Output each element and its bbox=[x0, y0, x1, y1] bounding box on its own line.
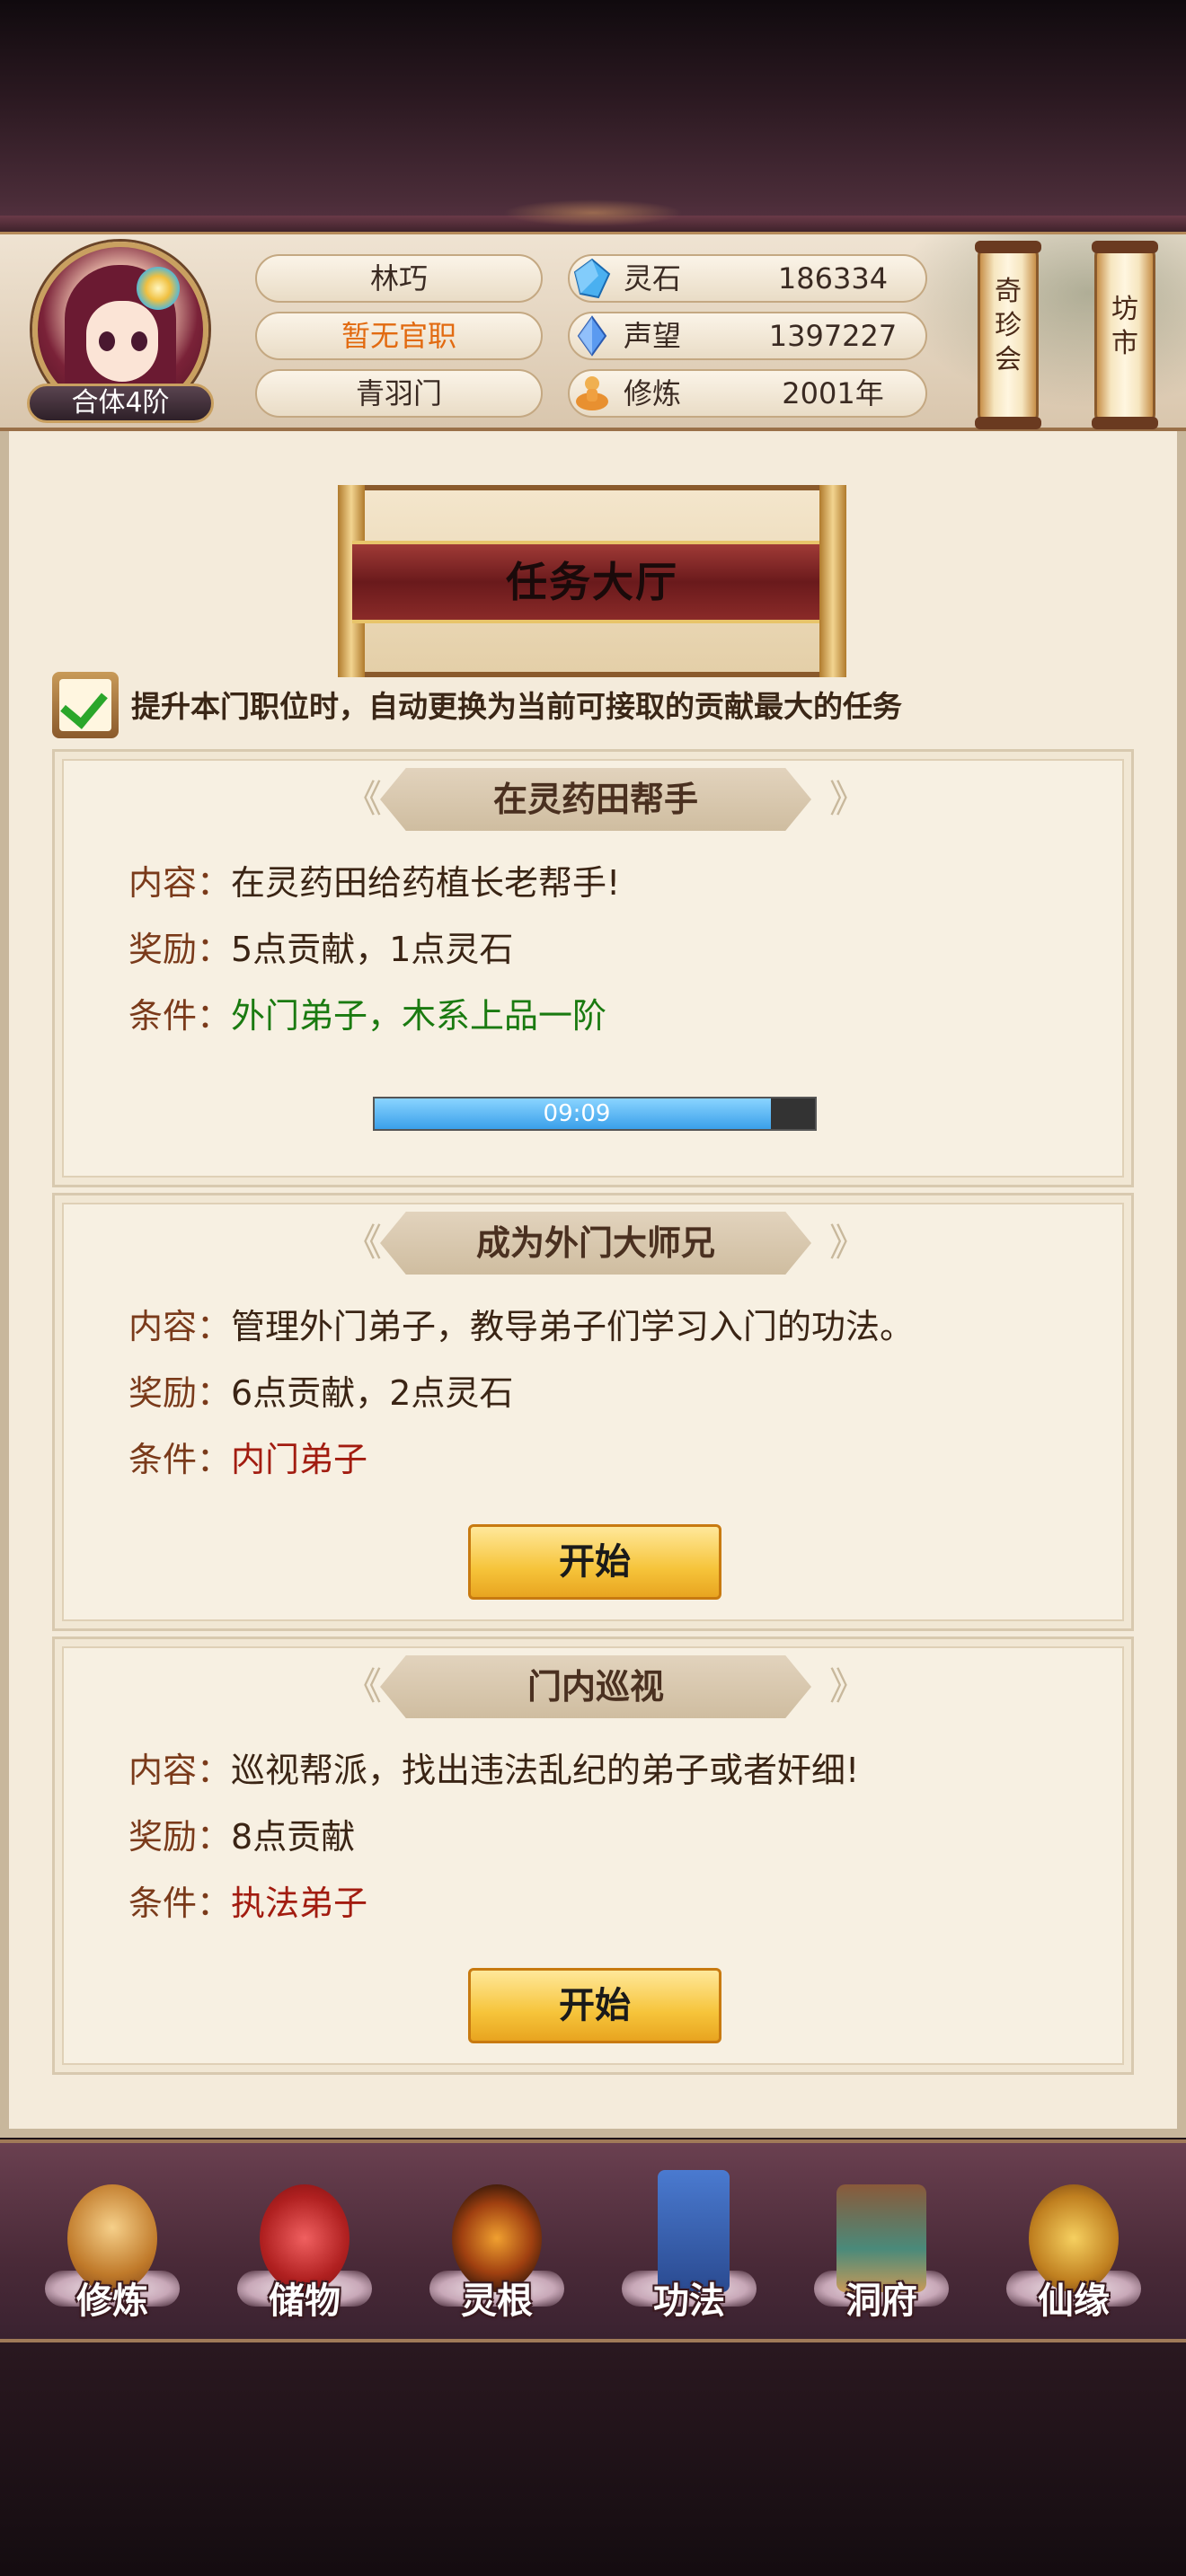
stat-value: 2001年 bbox=[782, 376, 884, 410]
stat-label: 灵石 bbox=[624, 261, 682, 296]
task-card: 《 在灵药田帮手 》 内容：在灵药田给药植长老帮手! 奖励：5点贡献，1点灵石 … bbox=[52, 749, 1134, 1187]
page-title: 任务大厅 bbox=[506, 558, 678, 606]
task-card: 《 门内巡视 》 内容：巡视帮派，找出违法乱纪的弟子或者奸细! 奖励：8点贡献 … bbox=[52, 1636, 1134, 2075]
task-reward-row: 奖励：6点贡献，2点灵石 bbox=[128, 1370, 513, 1416]
prestige-crystal-icon bbox=[577, 315, 607, 357]
auto-switch-checkbox[interactable] bbox=[52, 672, 119, 738]
meditation-figure-icon bbox=[576, 376, 608, 410]
player-header: 合体4阶 林巧 暂无官职 青羽门 灵石 186334 声望 1397227 修炼… bbox=[0, 232, 1186, 431]
nav-label: 仙缘 bbox=[1038, 2280, 1110, 2322]
button-label-char: 市 bbox=[1111, 328, 1138, 359]
condition-key: 条件： bbox=[128, 1440, 232, 1479]
nav-item-fate[interactable]: 仙缘 bbox=[997, 2170, 1150, 2341]
cultivation-rank-badge: 合体4阶 bbox=[27, 384, 214, 423]
reward-key: 奖励： bbox=[128, 1817, 232, 1857]
nav-item-spirit-root[interactable]: 灵根 bbox=[420, 2170, 573, 2341]
market-button[interactable]: 坊 市 bbox=[1092, 241, 1158, 429]
stat-label: 声望 bbox=[624, 319, 682, 353]
task-reward-row: 奖励：5点贡献，1点灵石 bbox=[128, 926, 513, 973]
player-name: 林巧 bbox=[255, 254, 543, 303]
button-label-char: 奇 bbox=[995, 276, 1022, 307]
nav-label: 储物 bbox=[269, 2280, 341, 2322]
nav-label: 灵根 bbox=[461, 2280, 533, 2322]
task-progress-bar: 09:09 bbox=[373, 1097, 817, 1131]
condition-key: 条件： bbox=[128, 1883, 232, 1923]
nav-label: 洞府 bbox=[845, 2280, 917, 2322]
task-condition-row: 条件：执法弟子 bbox=[128, 1880, 367, 1927]
button-label-char: 珍 bbox=[995, 310, 1022, 341]
nav-item-technique[interactable]: 功法 bbox=[613, 2170, 766, 2341]
task-condition: 执法弟子 bbox=[231, 1883, 368, 1923]
button-label-char: 坊 bbox=[1111, 294, 1138, 325]
spirit-stone-icon bbox=[573, 258, 611, 299]
nav-label: 修炼 bbox=[76, 2280, 148, 2322]
chevron-left-icon: 《 bbox=[344, 777, 383, 821]
cultivation-time-stat: 修炼 2001年 bbox=[568, 369, 927, 418]
player-office: 暂无官职 bbox=[255, 312, 543, 360]
stat-value: 1397227 bbox=[768, 319, 898, 353]
task-condition-row: 条件：外门弟子，木系上品一阶 bbox=[128, 992, 606, 1039]
task-condition: 外门弟子，木系上品一阶 bbox=[231, 996, 607, 1036]
prestige-stat: 声望 1397227 bbox=[568, 312, 927, 360]
start-task-button[interactable]: 开始 bbox=[468, 1524, 721, 1600]
task-content-row: 内容：巡视帮派，找出违法乱纪的弟子或者奸细! bbox=[128, 1747, 859, 1794]
task-content-row: 内容：管理外门弟子，教导弟子们学习入门的功法。 bbox=[128, 1303, 914, 1350]
condition-key: 条件： bbox=[128, 996, 232, 1036]
stat-label: 修炼 bbox=[624, 376, 682, 410]
treasure-fair-button[interactable]: 奇 珍 会 bbox=[975, 241, 1041, 429]
bottom-nav: 修炼 储物 灵根 功法 洞府 仙缘 bbox=[0, 2139, 1186, 2342]
chevron-right-icon: 》 bbox=[829, 1221, 868, 1265]
spirit-stone-stat: 灵石 186334 bbox=[568, 254, 927, 303]
progress-timer: 09:09 bbox=[543, 1100, 611, 1127]
task-reward: 5点贡献，1点灵石 bbox=[231, 930, 514, 969]
task-title: 成为外门大师兄 bbox=[380, 1212, 811, 1275]
task-title: 在灵药田帮手 bbox=[380, 768, 811, 831]
button-label-char: 会 bbox=[995, 344, 1022, 375]
task-reward-row: 奖励：8点贡献 bbox=[128, 1813, 355, 1860]
nav-item-cultivation[interactable]: 修炼 bbox=[36, 2170, 189, 2341]
chevron-left-icon: 《 bbox=[344, 1664, 383, 1708]
task-condition: 内门弟子 bbox=[231, 1440, 368, 1479]
task-content: 在灵药田给药植长老帮手! bbox=[231, 863, 621, 903]
player-sect: 青羽门 bbox=[255, 369, 543, 418]
checkmark-icon bbox=[59, 679, 111, 731]
ornament-emblem bbox=[503, 199, 683, 226]
content-key: 内容： bbox=[128, 1307, 232, 1346]
task-content-row: 内容：在灵药田给药植长老帮手! bbox=[128, 860, 620, 906]
technique-book-icon bbox=[658, 2170, 730, 2292]
chevron-right-icon: 》 bbox=[829, 1664, 868, 1708]
auto-switch-label: 提升本门职位时，自动更换为当前可接取的贡献最大的任务 bbox=[131, 689, 902, 724]
task-content: 管理外门弟子，教导弟子们学习入门的功法。 bbox=[231, 1307, 915, 1346]
task-reward: 6点贡献，2点灵石 bbox=[231, 1373, 514, 1413]
bottom-backdrop bbox=[0, 2342, 1186, 2576]
chevron-left-icon: 《 bbox=[344, 1221, 383, 1265]
task-condition-row: 条件：内门弟子 bbox=[128, 1436, 367, 1483]
chevron-right-icon: 》 bbox=[829, 777, 868, 821]
nav-item-storage[interactable]: 储物 bbox=[228, 2170, 381, 2341]
stat-value: 186334 bbox=[777, 261, 889, 296]
reward-key: 奖励： bbox=[128, 930, 232, 969]
task-reward: 8点贡献 bbox=[231, 1817, 356, 1857]
task-content: 巡视帮派，找出违法乱纪的弟子或者奸细! bbox=[231, 1751, 860, 1790]
nav-label: 功法 bbox=[653, 2280, 725, 2322]
task-card: 《 成为外门大师兄 》 内容：管理外门弟子，教导弟子们学习入门的功法。 奖励：6… bbox=[52, 1193, 1134, 1631]
nav-item-cave[interactable]: 洞府 bbox=[805, 2170, 958, 2341]
reward-key: 奖励： bbox=[128, 1373, 232, 1413]
start-task-button[interactable]: 开始 bbox=[468, 1968, 721, 2043]
task-title: 门内巡视 bbox=[380, 1655, 811, 1718]
content-key: 内容： bbox=[128, 863, 232, 903]
content-key: 内容： bbox=[128, 1751, 232, 1790]
